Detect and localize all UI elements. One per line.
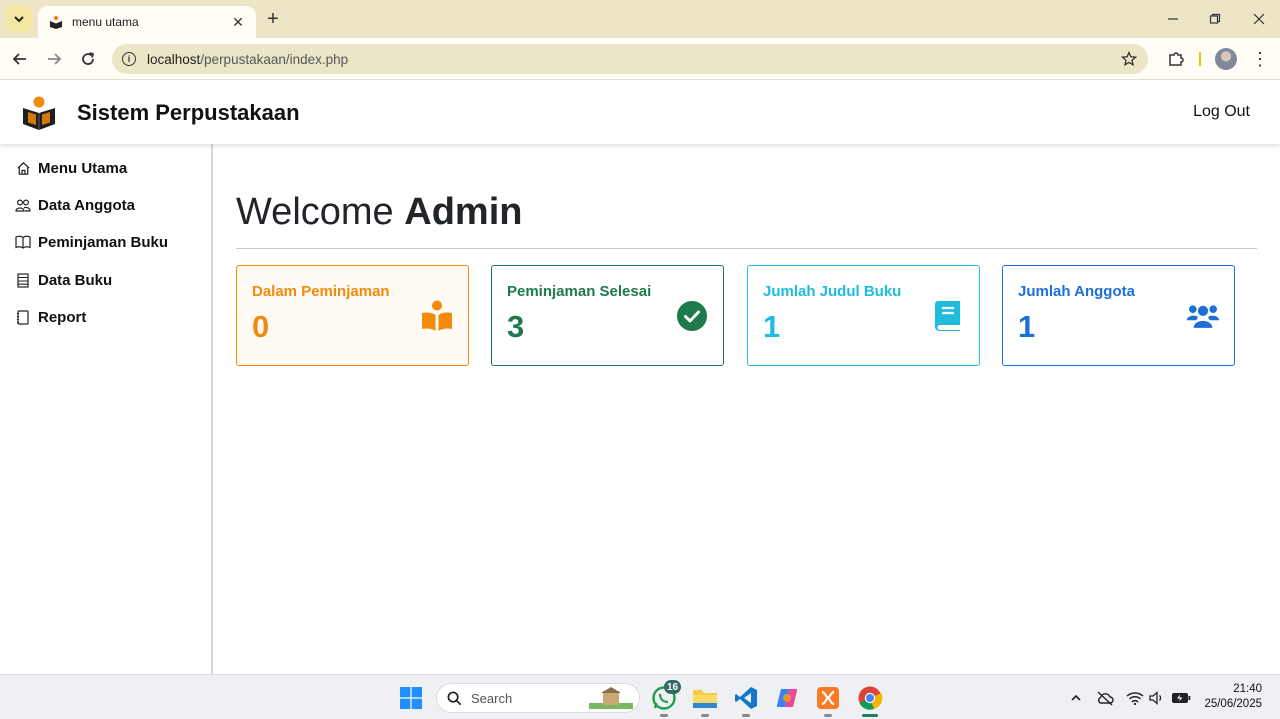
book-icon (931, 299, 965, 333)
sidebar-item-label: Data Anggota (38, 196, 135, 214)
sidebar: Menu Utama Data Anggota Peminjaman Buku … (0, 144, 213, 674)
close-window-icon[interactable] (1248, 8, 1270, 30)
sidebar-item-label: Menu Utama (38, 159, 128, 177)
check-circle-icon (675, 299, 709, 333)
card-value: 3 (507, 309, 525, 344)
more-menu-icon[interactable]: ⋮ (1250, 48, 1270, 70)
welcome-heading: Welcome Admin (236, 191, 523, 233)
sidebar-item-data-anggota[interactable]: Data Anggota (15, 194, 135, 216)
card-value: 1 (763, 309, 781, 344)
cloud-off-icon[interactable] (1095, 688, 1115, 708)
minimize-icon[interactable] (1162, 8, 1184, 30)
people-icon (15, 197, 31, 213)
site-info-icon[interactable]: i (122, 52, 136, 66)
file-explorer-icon[interactable] (690, 683, 720, 713)
list-icon (15, 272, 31, 288)
sidebar-item-report[interactable]: Report (15, 306, 86, 328)
card-title: Jumlah Judul Buku (763, 283, 902, 300)
stat-card-jumlah-anggota[interactable]: Jumlah Anggota 1 (1002, 265, 1235, 366)
card-title: Dalam Peminjaman (252, 283, 390, 300)
copilot-icon[interactable] (772, 683, 802, 713)
card-value: 0 (252, 309, 270, 344)
tab-close-icon[interactable]: ✕ (230, 14, 246, 31)
address-bar[interactable]: i localhost/perpustakaan/index.php (112, 44, 1148, 74)
app-navbar: Sistem Perpustakaan Log Out (0, 81, 1280, 144)
taskbar-clock[interactable]: 21:40 25/06/2025 (1204, 682, 1262, 712)
clock-time: 21:40 (1233, 683, 1262, 695)
tab-search-button[interactable] (6, 6, 32, 32)
forward-arrow-icon[interactable] (43, 48, 65, 70)
taskbar-search-label: Search (471, 690, 513, 706)
bookmark-star-icon[interactable] (1120, 50, 1138, 68)
taskbar-search-box[interactable]: Search (436, 683, 640, 713)
card-value: 1 (1018, 309, 1036, 344)
chevron-down-icon (14, 16, 24, 23)
chrome-icon[interactable] (855, 683, 885, 713)
search-highlight-icon (589, 687, 633, 709)
sidebar-item-label: Peminjaman Buku (38, 233, 169, 251)
search-icon (447, 691, 462, 705)
toolbar-divider (1199, 52, 1201, 66)
wifi-icon[interactable] (1125, 688, 1145, 708)
library-logo-icon (48, 14, 64, 30)
xampp-icon[interactable] (813, 683, 843, 713)
new-tab-icon[interactable]: + (262, 8, 284, 30)
sidebar-item-peminjaman-buku[interactable]: Peminjaman Buku (15, 231, 168, 253)
card-title: Jumlah Anggota (1018, 283, 1135, 300)
whatsapp-badge: 16 (664, 680, 682, 694)
profile-avatar[interactable] (1215, 48, 1237, 70)
vscode-icon[interactable] (731, 683, 761, 713)
stat-card-jumlah-judul-buku[interactable]: Jumlah Judul Buku 1 (747, 265, 980, 366)
running-indicator (660, 714, 668, 717)
book-open-icon (15, 234, 31, 250)
speaker-icon[interactable] (1147, 688, 1167, 708)
tab-title: menu utama (72, 15, 139, 29)
running-indicator (701, 714, 709, 717)
back-arrow-icon[interactable] (9, 48, 31, 70)
open-book-reader-icon (420, 299, 454, 333)
sidebar-item-label: Data Buku (38, 271, 113, 289)
clock-date: 25/06/2025 (1204, 698, 1262, 710)
card-title: Peminjaman Selesai (507, 283, 652, 300)
browser-tab[interactable]: menu utama ✕ (38, 6, 256, 38)
app-brand-title[interactable]: Sistem Perpustakaan (77, 100, 300, 126)
heading-divider (236, 248, 1257, 249)
reload-icon[interactable] (77, 48, 99, 70)
sidebar-item-data-buku[interactable]: Data Buku (15, 269, 112, 291)
logout-link[interactable]: Log Out (1193, 103, 1250, 121)
users-icon (1186, 299, 1220, 333)
battery-charging-icon[interactable] (1171, 688, 1191, 708)
stat-card-dalam-peminjaman[interactable]: Dalam Peminjaman 0 (236, 265, 469, 366)
sidebar-item-label: Report (38, 308, 87, 326)
extensions-puzzle-icon[interactable] (1164, 47, 1188, 71)
os-taskbar: Search 16 21:40 25/06/2025 (0, 674, 1280, 719)
windows-start-icon[interactable] (396, 683, 426, 713)
stat-card-peminjaman-selesai[interactable]: Peminjaman Selesai 3 (491, 265, 724, 366)
active-indicator (862, 714, 878, 717)
browser-tab-strip: menu utama ✕ + (0, 0, 1280, 38)
url-text: localhost/perpustakaan/index.php (147, 51, 349, 67)
browser-toolbar: i localhost/perpustakaan/index.php ⋮ (0, 38, 1280, 80)
running-indicator (742, 714, 750, 717)
chevron-up-icon[interactable] (1066, 688, 1086, 708)
home-icon (15, 160, 31, 176)
library-logo-icon[interactable] (20, 95, 58, 131)
running-indicator (824, 714, 832, 717)
sidebar-item-menu-utama[interactable]: Menu Utama (15, 157, 127, 179)
restore-icon[interactable] (1204, 8, 1226, 30)
report-icon (15, 309, 31, 325)
